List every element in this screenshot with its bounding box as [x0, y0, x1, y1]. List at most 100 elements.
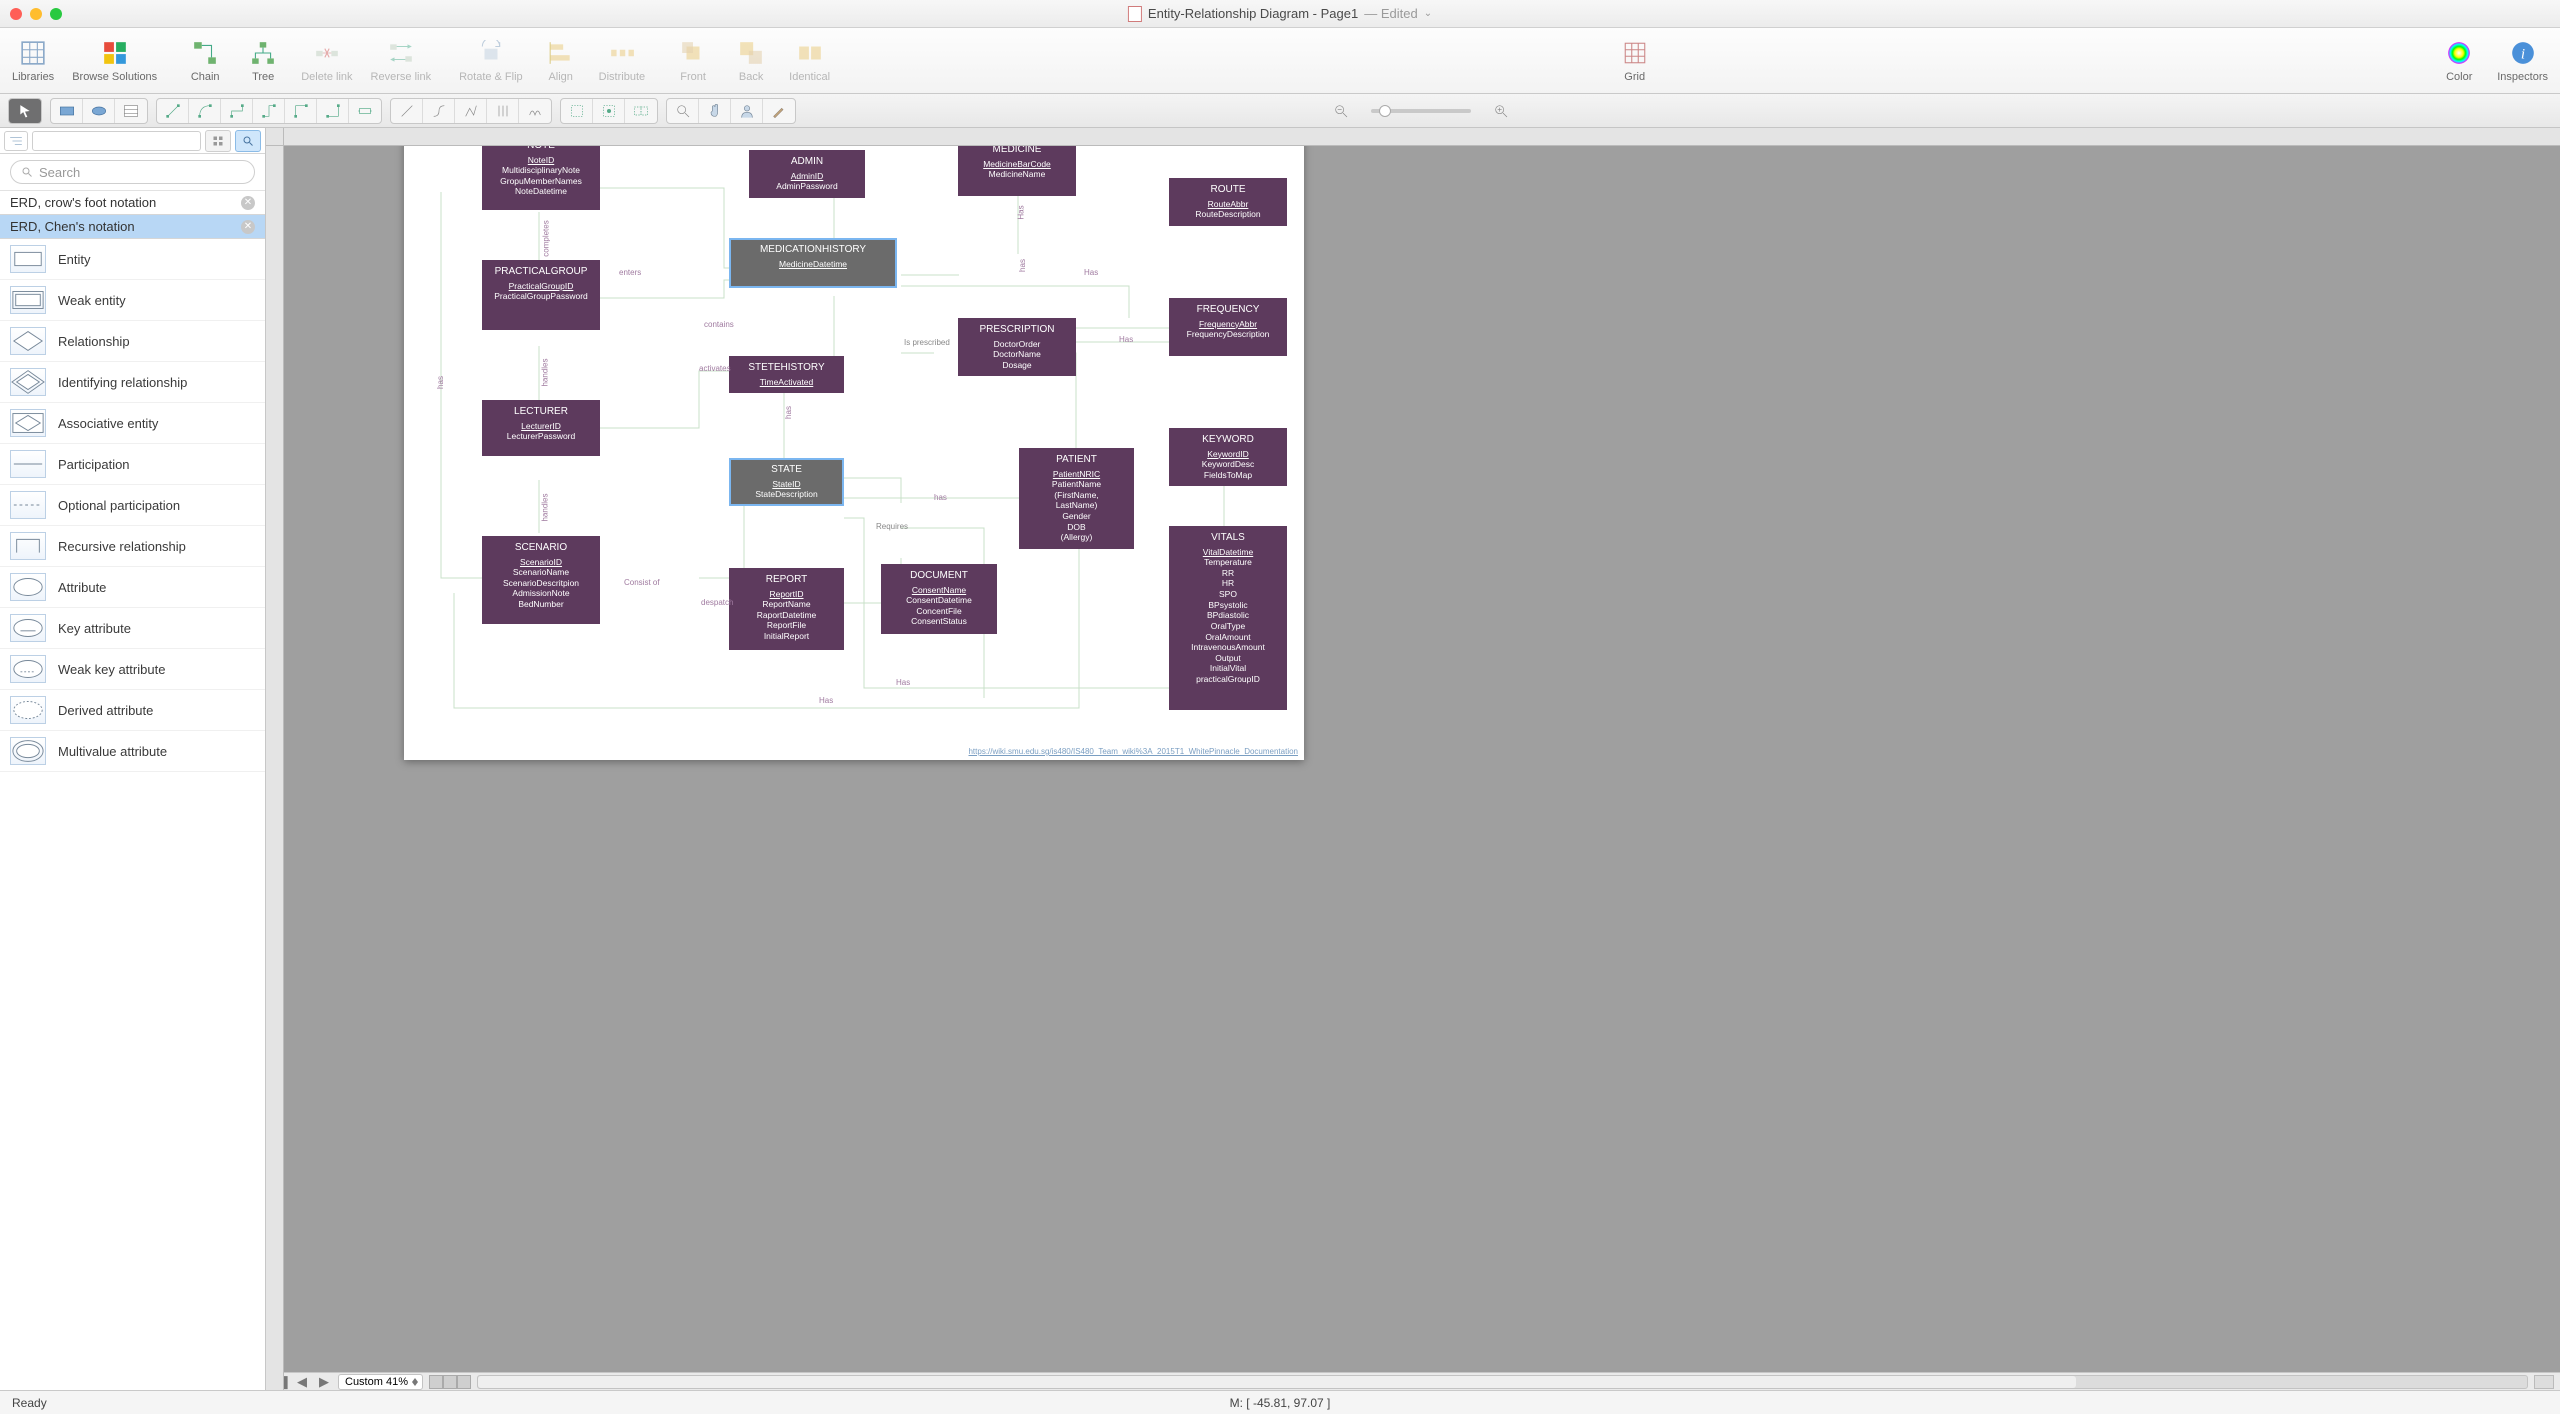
entity-medhistory[interactable]: MEDICATIONHISTORYMedicineDatetime	[729, 238, 897, 288]
hscrollbar[interactable]	[477, 1375, 2528, 1389]
sidebar-filter-input[interactable]	[32, 131, 201, 151]
reverse-link-button[interactable]: Reverse link	[371, 39, 432, 83]
stencil-item[interactable]: Multivalue attribute	[0, 731, 265, 772]
entity-route[interactable]: ROUTERouteAbbrRouteDescription	[1169, 178, 1287, 226]
entity-state[interactable]: STATEStateIDStateDescription	[729, 458, 844, 506]
footer-link[interactable]: https://wiki.smu.edu.sg/is480/IS480_Team…	[968, 747, 1298, 756]
entity-vitals[interactable]: VITALSVitalDatetimeTemperatureRRHRSPOBPs…	[1169, 526, 1287, 710]
page-tab[interactable]	[429, 1375, 443, 1389]
libraries-button[interactable]: Libraries	[12, 39, 54, 83]
reverse-link-icon	[387, 39, 415, 67]
avatar-tool[interactable]	[731, 99, 763, 123]
canvas[interactable]: NOTENoteIDMultidisciplinaryNoteGropuMemb…	[266, 128, 2560, 1390]
close-icon[interactable]: ✕	[241, 196, 255, 210]
grid-view-button[interactable]	[205, 130, 231, 152]
rotate-flip-button[interactable]: Rotate & Flip	[459, 39, 523, 83]
stencil-icon	[10, 368, 46, 396]
expand-button[interactable]	[2534, 1375, 2554, 1389]
stencil-item[interactable]: Participation	[0, 444, 265, 485]
zoom-out-button[interactable]	[1325, 99, 1357, 123]
line-tool-4[interactable]	[487, 99, 519, 123]
line-tool-2[interactable]	[423, 99, 455, 123]
stencil-chen[interactable]: ERD, Chen's notation ✕	[0, 215, 265, 239]
stencil-item[interactable]: Optional participation	[0, 485, 265, 526]
stencil-item[interactable]: Weak entity	[0, 280, 265, 321]
outline-toggle[interactable]	[4, 131, 28, 151]
stencil-item[interactable]: Recursive relationship	[0, 526, 265, 567]
distribute-button[interactable]: Distribute	[599, 39, 645, 83]
stencil-item[interactable]: Derived attribute	[0, 690, 265, 731]
entity-scenario[interactable]: SCENARIOScenarioIDScenarioNameScenarioDe…	[482, 536, 600, 624]
line-tool-1[interactable]	[391, 99, 423, 123]
stencil-item[interactable]: Relationship	[0, 321, 265, 362]
label-contains: contains	[704, 320, 734, 329]
entity-practicalgroup[interactable]: PRACTICALGROUPPracticalGroupIDPracticalG…	[482, 260, 600, 330]
paper[interactable]: NOTENoteIDMultidisciplinaryNoteGropuMemb…	[404, 128, 1304, 760]
select-tool-3[interactable]	[625, 99, 657, 123]
entity-report[interactable]: REPORTReportIDReportNameRaportDatetimeRe…	[729, 568, 844, 650]
browse-solutions-button[interactable]: Browse Solutions	[72, 39, 157, 83]
next-page-button[interactable]: ▶	[316, 1375, 332, 1389]
chain-button[interactable]: Chain	[185, 39, 225, 83]
page-tab[interactable]	[443, 1375, 457, 1389]
connector-tool-2[interactable]	[189, 99, 221, 123]
grid-button[interactable]: Grid	[1615, 39, 1655, 83]
zoom-in-button[interactable]	[1485, 99, 1517, 123]
entity-document[interactable]: DOCUMENTConsentNameConsentDatetimeConcen…	[881, 564, 997, 634]
chevron-down-icon[interactable]: ⌄	[1424, 8, 1432, 19]
minimize-icon[interactable]	[30, 8, 42, 20]
delete-link-button[interactable]: Delete link	[301, 39, 352, 83]
inspectors-button[interactable]: iInspectors	[2497, 39, 2548, 83]
hand-tool[interactable]	[699, 99, 731, 123]
tree-button[interactable]: Tree	[243, 39, 283, 83]
entity-admin[interactable]: ADMINAdminIDAdminPassword	[749, 150, 865, 198]
identical-button[interactable]: Identical	[789, 39, 830, 83]
connector-tool-4[interactable]	[253, 99, 285, 123]
line-tool-5[interactable]	[519, 99, 551, 123]
select-tool-2[interactable]	[593, 99, 625, 123]
pointer-tool[interactable]	[9, 99, 41, 123]
pen-tool[interactable]	[763, 99, 795, 123]
stencil-crows-foot[interactable]: ERD, crow's foot notation ✕	[0, 191, 265, 215]
line-tool-3[interactable]	[455, 99, 487, 123]
entity-keyword[interactable]: KEYWORDKeywordIDKeywordDescFieldsToMap	[1169, 428, 1287, 486]
svg-text:i: i	[2521, 45, 2525, 62]
entity-lecturer[interactable]: LECTURERLecturerIDLecturerPassword	[482, 400, 600, 456]
stencil-item[interactable]: Identifying relationship	[0, 362, 265, 403]
zoom-select[interactable]: Custom 41%	[338, 1374, 423, 1390]
connector-tool-5[interactable]	[285, 99, 317, 123]
search-input[interactable]: Search	[10, 160, 255, 184]
entity-attr: AdminID	[753, 171, 861, 182]
entity-medicine[interactable]: MEDICINEMedicineBarCodeMedicineName	[958, 138, 1076, 196]
connector-tool-6[interactable]	[317, 99, 349, 123]
rect-tool[interactable]	[51, 99, 83, 123]
ellipse-tool[interactable]	[83, 99, 115, 123]
title-text: Entity-Relationship Diagram - Page1	[1148, 6, 1358, 21]
stencil-item[interactable]: Key attribute	[0, 608, 265, 649]
front-button[interactable]: Front	[673, 39, 713, 83]
stencil-item[interactable]: Associative entity	[0, 403, 265, 444]
prev-page-button[interactable]: ◀	[294, 1375, 310, 1389]
entity-patient[interactable]: PATIENTPatientNRICPatientName(FirstName,…	[1019, 448, 1134, 549]
zoom-tool[interactable]	[667, 99, 699, 123]
close-icon[interactable]: ✕	[241, 220, 255, 234]
entity-frequency[interactable]: FREQUENCYFrequencyAbbrFrequencyDescripti…	[1169, 298, 1287, 356]
align-button[interactable]: Align	[541, 39, 581, 83]
stencil-item[interactable]: Weak key attribute	[0, 649, 265, 690]
entity-statehistory[interactable]: STETEHISTORYTimeActivated	[729, 356, 844, 393]
entity-prescription[interactable]: PRESCRIPTIONDoctorOrderDoctorNameDosage	[958, 318, 1076, 376]
stencil-item[interactable]: Entity	[0, 239, 265, 280]
connector-tool-1[interactable]	[157, 99, 189, 123]
connector-tool-7[interactable]	[349, 99, 381, 123]
select-tool-1[interactable]	[561, 99, 593, 123]
zoom-slider[interactable]	[1371, 109, 1471, 113]
connector-tool-3[interactable]	[221, 99, 253, 123]
back-button[interactable]: Back	[731, 39, 771, 83]
search-toggle-button[interactable]	[235, 130, 261, 152]
table-tool[interactable]	[115, 99, 147, 123]
maximize-icon[interactable]	[50, 8, 62, 20]
close-icon[interactable]	[10, 8, 22, 20]
page-tab[interactable]	[457, 1375, 471, 1389]
stencil-item[interactable]: Attribute	[0, 567, 265, 608]
color-button[interactable]: Color	[2439, 39, 2479, 83]
